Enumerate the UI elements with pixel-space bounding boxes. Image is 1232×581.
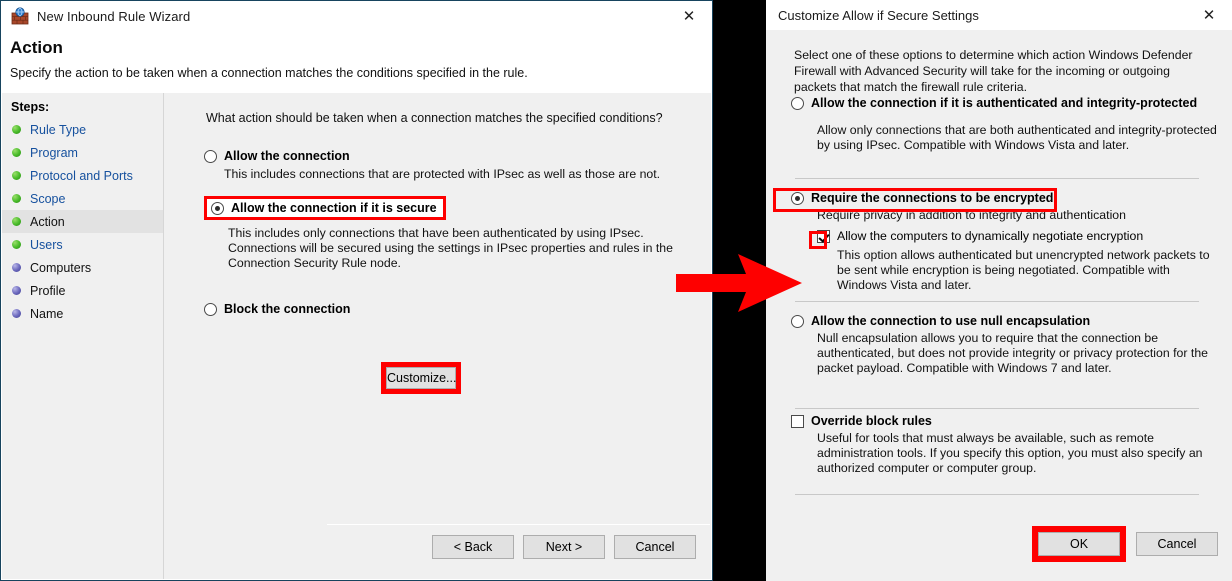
- step-bullet-icon: [12, 148, 21, 157]
- option-description: This includes only connections that have…: [228, 226, 673, 270]
- dialog-title: Customize Allow if Secure Settings: [778, 7, 979, 23]
- sidebar-item-label: Scope: [30, 191, 66, 206]
- sidebar-item-label: Profile: [30, 283, 66, 298]
- sidebar-item-name[interactable]: Name: [2, 302, 163, 325]
- option-description: Null encapsulation allows you to require…: [817, 331, 1208, 375]
- option-allow-if-secure[interactable]: Allow the connection if it is secure Thi…: [204, 196, 673, 271]
- sidebar-item-rule-type[interactable]: Rule Type: [2, 118, 163, 141]
- step-bullet-icon: [12, 217, 21, 226]
- step-bullet-icon: [12, 171, 21, 180]
- wizard-footer: < Back Next > Cancel: [327, 524, 710, 578]
- option-null-encapsulation[interactable]: Allow the connection to use null encapsu…: [791, 314, 1221, 376]
- close-icon[interactable]: ✕: [1186, 0, 1232, 30]
- option-require-connections-encrypted[interactable]: Require the connections to be encrypted …: [791, 191, 1221, 293]
- dialog-title-bar: Customize Allow if Secure Settings ✕: [766, 0, 1232, 30]
- option-description: This includes connections that are prote…: [224, 167, 661, 181]
- highlight-box-customize: Customize...: [381, 362, 461, 394]
- highlight-box-ok: OK: [1032, 526, 1126, 562]
- step-bullet-icon: [12, 125, 21, 134]
- action-question: What action should be taken when a conne…: [206, 111, 663, 125]
- checkbox-allow-dynamic-negotiate-encryption[interactable]: [817, 230, 830, 243]
- divider: [795, 178, 1199, 179]
- checkbox-label: Allow the computers to dynamically negot…: [837, 229, 1144, 243]
- checkbox-override-block-rules[interactable]: [791, 415, 804, 428]
- sidebar-item-label: Action: [30, 214, 65, 229]
- sidebar-item-protocol-and-ports[interactable]: Protocol and Ports: [2, 164, 163, 187]
- firewall-brick-icon: [11, 7, 29, 25]
- sidebar-item-label: Name: [30, 306, 64, 321]
- sidebar-item-computers[interactable]: Computers: [2, 256, 163, 279]
- step-bullet-icon: [12, 309, 21, 318]
- option-label: Require the connections to be encrypted: [811, 191, 1054, 205]
- steps-sidebar: Steps: Rule Type Program Protocol and Po…: [2, 93, 164, 579]
- option-authenticated-and-integrity-protected[interactable]: Allow the connection if it is authentica…: [791, 96, 1221, 153]
- sidebar-item-profile[interactable]: Profile: [2, 279, 163, 302]
- dialog-intro-text: Select one of these options to determine…: [794, 48, 1193, 94]
- option-label: Allow the connection: [224, 149, 350, 163]
- sidebar-item-program[interactable]: Program: [2, 141, 163, 164]
- radio-require-the-connections-to-be-encrypted[interactable]: [791, 192, 804, 205]
- option-label: Block the connection: [224, 302, 351, 316]
- step-bullet-icon: [12, 240, 21, 249]
- customize-allow-if-secure-settings-dialog: Customize Allow if Secure Settings ✕ Sel…: [766, 0, 1232, 581]
- override-label: Override block rules: [811, 414, 932, 428]
- divider: [795, 408, 1199, 409]
- checkbox-row-negotiate-encryption[interactable]: Allow the computers to dynamically negot…: [817, 229, 1221, 243]
- page-subtitle: Specify the action to be taken when a co…: [10, 66, 528, 80]
- dialog-body: Select one of these options to determine…: [766, 30, 1232, 581]
- back-button[interactable]: < Back: [432, 535, 514, 559]
- option-label: Allow the connection to use null encapsu…: [811, 314, 1091, 328]
- checkbox-description: This option allows authenticated but une…: [837, 248, 1210, 292]
- new-inbound-rule-wizard-window: New Inbound Rule Wizard ✕ Action Specify…: [0, 0, 713, 581]
- option-block-the-connection[interactable]: Block the connection: [204, 302, 350, 316]
- dialog-footer: OK Cancel: [1032, 526, 1218, 562]
- option-description: Allow only connections that are both aut…: [817, 123, 1217, 152]
- option-label: Allow the connection if it is authentica…: [811, 96, 1198, 110]
- sidebar-item-action[interactable]: Action: [2, 210, 163, 233]
- option-description: Require privacy in addition to integrity…: [817, 208, 1126, 222]
- radio-allow-the-connection-if-it-is-secure[interactable]: [211, 202, 224, 215]
- customize-button[interactable]: Customize...: [386, 367, 456, 389]
- highlight-box-allow-if-secure: Allow the connection if it is secure: [204, 196, 446, 220]
- sidebar-item-label: Program: [30, 145, 78, 160]
- next-button[interactable]: Next >: [523, 535, 605, 559]
- step-bullet-icon: [12, 263, 21, 272]
- step-bullet-icon: [12, 194, 21, 203]
- wizard-main-content: What action should be taken when a conne…: [164, 93, 711, 579]
- ok-button[interactable]: OK: [1038, 532, 1120, 556]
- right-arrow-annotation: [676, 252, 804, 314]
- wizard-title-bar: New Inbound Rule Wizard ✕: [1, 1, 712, 31]
- sidebar-item-label: Computers: [30, 260, 92, 275]
- radio-allow-if-authenticated-and-integrity-protected[interactable]: [791, 97, 804, 110]
- option-label: Allow the connection if it is secure: [231, 201, 437, 215]
- override-block-rules-section[interactable]: Override block rules Useful for tools th…: [791, 414, 1221, 476]
- sidebar-item-label: Rule Type: [30, 122, 87, 137]
- sidebar-item-label: Users: [30, 237, 63, 252]
- cancel-button[interactable]: Cancel: [614, 535, 696, 559]
- sidebar-item-scope[interactable]: Scope: [2, 187, 163, 210]
- wizard-header: Action Specify the action to be taken wh…: [1, 31, 712, 93]
- dialog-cancel-button[interactable]: Cancel: [1136, 532, 1218, 556]
- sidebar-item-label: Protocol and Ports: [30, 168, 133, 183]
- override-description: Useful for tools that must always be ava…: [817, 431, 1203, 475]
- page-title: Action: [10, 38, 63, 57]
- option-allow-the-connection[interactable]: Allow the connection This includes conne…: [204, 149, 660, 182]
- steps-list: Rule Type Program Protocol and Ports Sco…: [2, 118, 163, 325]
- radio-allow-the-connection[interactable]: [204, 150, 217, 163]
- divider: [795, 494, 1199, 495]
- wizard-title: New Inbound Rule Wizard: [37, 8, 191, 24]
- radio-block-the-connection[interactable]: [204, 303, 217, 316]
- divider: [795, 301, 1199, 302]
- steps-heading: Steps:: [11, 100, 50, 114]
- close-icon[interactable]: ✕: [666, 1, 712, 31]
- radio-allow-connection-to-use-null-encapsulation[interactable]: [791, 315, 804, 328]
- sidebar-item-users[interactable]: Users: [2, 233, 163, 256]
- step-bullet-icon: [12, 286, 21, 295]
